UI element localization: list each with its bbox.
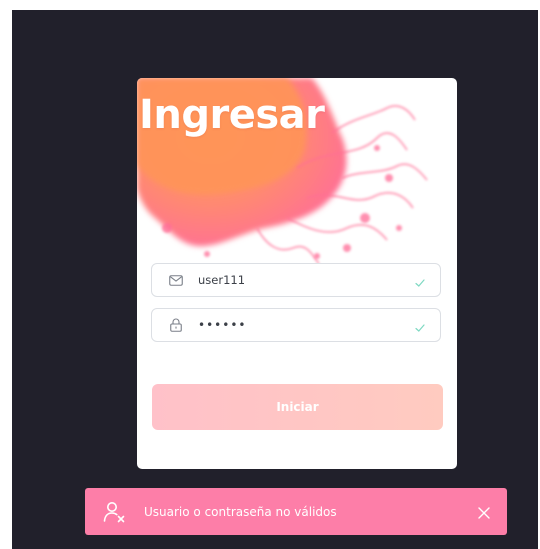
username-field[interactable]: user111 [151, 263, 441, 297]
lock-icon [168, 317, 184, 333]
mail-icon [168, 272, 184, 288]
close-icon[interactable] [477, 505, 491, 519]
password-value[interactable]: •••••• [198, 318, 414, 332]
submit-button[interactable]: Iniciar [152, 384, 443, 430]
app-screen: Ingresar user111 •••••• Iniciar Usuario … [12, 10, 538, 549]
check-icon [414, 319, 426, 332]
password-field[interactable]: •••••• [151, 308, 441, 342]
login-title: Ingresar [139, 92, 325, 138]
user-x-icon [102, 500, 126, 524]
login-card: Ingresar user111 •••••• Iniciar [137, 78, 457, 469]
username-value[interactable]: user111 [198, 273, 414, 287]
toast-message: Usuario o contraseña no válidos [144, 504, 337, 519]
error-toast: Usuario o contraseña no válidos [85, 488, 507, 535]
check-icon [414, 274, 426, 287]
